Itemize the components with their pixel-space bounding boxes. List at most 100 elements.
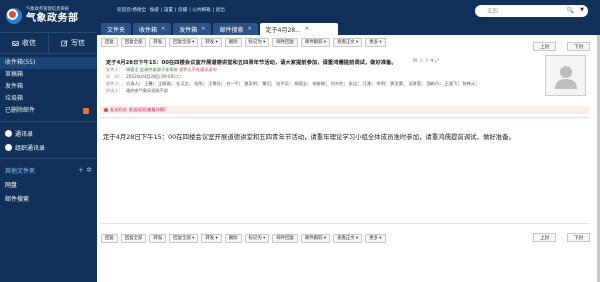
close-icon[interactable]: ✕: [201, 26, 205, 32]
send-status-link[interactable]: 发送成功[查看详情]: [129, 107, 166, 113]
folder-deleted[interactable]: 已删除邮件: [0, 105, 97, 117]
receive-mail-button[interactable]: 收信: [0, 33, 48, 53]
tab-label: 收件箱: [139, 26, 158, 34]
mark-as-dropdown[interactable]: 标记为 ▾: [244, 37, 270, 47]
user-silhouette-icon: [554, 65, 577, 89]
reply-all-dropdown[interactable]: 回复全部 ▾: [169, 233, 199, 243]
folder-label: 已删除邮件: [5, 107, 36, 114]
next-mail-button[interactable]: 下封: [567, 42, 591, 51]
reply-button[interactable]: 回复: [101, 233, 118, 243]
sender-row: 发件人： 杨德全 此邮件本源于本系统 发件人不在通讯录中: [106, 67, 217, 73]
more-dropdown[interactable]: 更多 ▾: [365, 37, 386, 47]
tab-label: 定于4月28...: [265, 26, 301, 34]
mail-header: 定于4月28日下午15：00在四楼会议室开展道德讲堂和五四青年节活动，请大家提前…: [97, 53, 597, 108]
sidebar-item-netdisk[interactable]: 网盘: [0, 177, 97, 191]
header-link-public-mailbox[interactable]: 公共郵箱: [192, 8, 210, 13]
mail-view: 回复 回复全部 转发 回复全部 ▾ 转发 ▾ 删除 标记为 ▾ 邮件回复 邮件跟…: [97, 35, 597, 282]
forward-button[interactable]: 转发: [149, 233, 167, 243]
welcome-bar: 欢迎您:杨德全 換膚 | 設置 | 反饋 | 公共郵箱 | 退出: [117, 8, 225, 13]
prev-mail-button[interactable]: 上封: [533, 42, 557, 51]
sidebar: 气象政务管理信息系统 气象政务部 收信 写信 收件箱(55) 草稿箱 发件箱 垃…: [0, 0, 97, 282]
folder-junk[interactable]: 垃圾箱: [0, 93, 97, 105]
mail-reply-button[interactable]: 邮件回复: [272, 37, 298, 47]
sidebar-item-label: 邮件搜索: [5, 195, 30, 203]
tab-label: 邮件搜索: [219, 26, 244, 34]
reply-all-button[interactable]: 回复全部: [120, 37, 147, 47]
recipients-label: 收件人：: [106, 81, 123, 86]
contacts-label: 通讯录: [15, 130, 34, 138]
sender-avatar: [545, 55, 586, 96]
tab-bar: 文件夹 收件箱 ✕ 发件箱 ✕ 邮件搜索 ✕ 定于4月28... ✕: [97, 21, 600, 35]
tab-current-mail[interactable]: 定于4月28... ✕: [259, 23, 338, 35]
subject-tools-icons[interactable]: ✉ ☆ ⚐ ▾ ⤢: [413, 58, 439, 64]
mail-reply-button[interactable]: 邮件回复: [272, 233, 298, 243]
add-folder-settings-icon[interactable]: + ✲: [78, 166, 92, 174]
header-divider: [100, 117, 590, 118]
top-header: 欢迎您:杨德全 換膚 | 設置 | 反饋 | 公共郵箱 | 退出 五四 🔍 ▼: [97, 0, 600, 21]
mark-as-dropdown[interactable]: 标记为 ▾: [244, 233, 270, 243]
forward-dropdown[interactable]: 转发 ▾: [201, 37, 222, 47]
cc-list[interactable]: 政府参气象局党政干部: [126, 88, 168, 93]
mail-body: 定于4月28日下午15：00在四楼会议室开展道德讲堂和五四青年节活动，请重年理论…: [103, 133, 515, 141]
recipients-list[interactable]: 方海人； 王馨； 王毓璐； 杜汉文； 张所； 汪景佳； 刘一平； 曾家明； 覃忍…: [126, 81, 479, 86]
delete-button[interactable]: 删除: [224, 37, 242, 47]
contacts-link[interactable]: 通讯录: [0, 126, 97, 140]
other-folders-header[interactable]: 其他文件夹 + ✲: [0, 163, 97, 177]
send-status-label: 发送状态: [110, 107, 127, 112]
tab-inbox[interactable]: 收件箱 ✕: [133, 23, 172, 35]
tab-label: 发件箱: [179, 26, 198, 34]
forward-button[interactable]: 转发: [149, 37, 167, 47]
folder-label: 草稿箱: [5, 71, 24, 78]
write-mail-button[interactable]: 写信: [48, 33, 97, 53]
mail-tracking-dropdown[interactable]: 邮件跟踪 ▾: [300, 37, 331, 47]
view-body-dropdown[interactable]: 查看正文 ▾: [333, 37, 363, 47]
app-logo[interactable]: 气象政务管理信息系统 气象政务部: [0, 0, 97, 32]
cc-label: 抄送人：: [106, 88, 123, 93]
welcome-text: 欢迎您:杨德全: [117, 8, 147, 13]
prev-mail-button[interactable]: 上封: [533, 233, 557, 242]
forward-dropdown[interactable]: 转发 ▾: [201, 233, 222, 243]
folder-sent[interactable]: 发件箱: [0, 81, 97, 93]
header-link-settings[interactable]: 設置: [164, 8, 173, 13]
close-icon[interactable]: ✕: [247, 26, 251, 32]
close-icon[interactable]: ✕: [305, 26, 309, 32]
header-link-logout[interactable]: 退出: [216, 8, 225, 13]
search-input[interactable]: 五四 🔍 ▼: [475, 5, 588, 17]
header-link-skin[interactable]: 換膚: [150, 8, 159, 13]
org-contacts-icon: [5, 143, 12, 151]
sender-label: 发件人：: [106, 67, 123, 72]
tab-sent[interactable]: 发件箱 ✕: [173, 23, 212, 35]
date-row: 时 间： 2022年04月28日 09:05(二): [106, 74, 181, 80]
search-icon[interactable]: 🔍: [567, 7, 574, 14]
header-link-feedback[interactable]: 反饋: [178, 8, 187, 13]
sender-warning[interactable]: 发件人不在通讯录中: [179, 67, 217, 72]
folder-inbox[interactable]: 收件箱(55): [0, 57, 97, 69]
view-body-dropdown[interactable]: 查看正文 ▾: [333, 233, 363, 243]
more-dropdown[interactable]: 更多 ▾: [365, 233, 386, 243]
folder-drafts[interactable]: 草稿箱: [0, 69, 97, 81]
delete-button[interactable]: 删除: [224, 233, 242, 243]
sidebar-item-mail-search[interactable]: 邮件搜索: [0, 191, 97, 205]
mail-tracking-dropdown[interactable]: 邮件跟踪 ▾: [300, 233, 331, 243]
write-mail-label: 写信: [71, 39, 85, 47]
reply-all-button[interactable]: 回复全部: [120, 233, 147, 243]
mail-date: 2022年04月28日 09:05(二): [126, 74, 181, 79]
chevron-down-icon[interactable]: ▼: [580, 7, 584, 13]
empty-trash-icon[interactable]: [83, 108, 89, 114]
receive-mail-label: 收信: [22, 39, 36, 47]
tab-mail-search[interactable]: 邮件搜索 ✕: [213, 23, 258, 35]
logo-title: 气象政务部: [26, 12, 79, 24]
compose-row: 收信 写信: [0, 32, 97, 54]
mail-toolbar-top: 回复 回复全部 转发 回复全部 ▾ 转发 ▾ 删除 标记为 ▾ 邮件回复 邮件跟…: [97, 35, 597, 49]
reply-all-dropdown[interactable]: 回复全部 ▾: [169, 37, 199, 47]
warning-icon: [104, 108, 108, 112]
org-contacts-link[interactable]: 组织通讯录: [0, 140, 97, 154]
tab-label: 文件夹: [107, 26, 126, 34]
reply-button[interactable]: 回复: [101, 37, 118, 47]
next-mail-button[interactable]: 下封: [567, 233, 591, 242]
sidebar-divider: [0, 121, 97, 122]
tab-folders[interactable]: 文件夹: [101, 23, 132, 35]
close-icon[interactable]: ✕: [161, 26, 165, 32]
mail-subject: 定于4月28日下午15：00在四楼会议室开展道德讲堂和五四青年节活动，请大家提前…: [106, 60, 397, 66]
sender-name[interactable]: 杨德全: [126, 67, 139, 72]
